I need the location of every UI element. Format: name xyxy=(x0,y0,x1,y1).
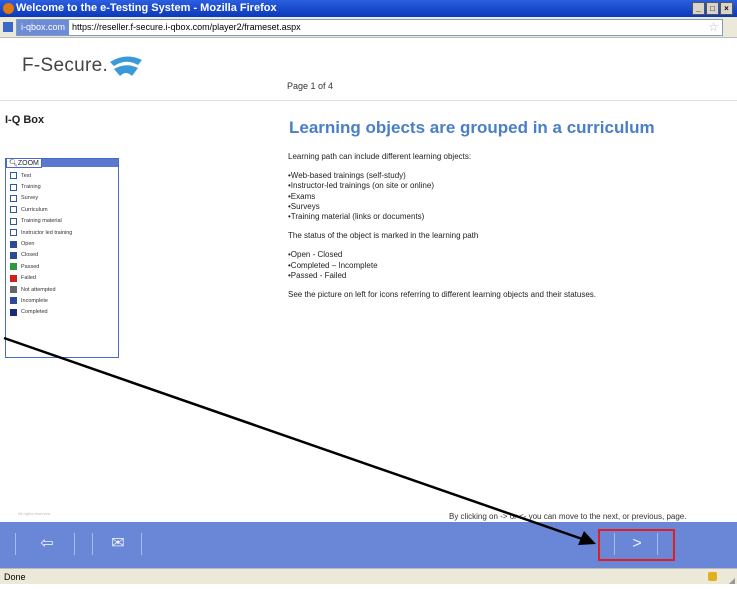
left-pane: I-Q Box 🔍︎ZOOM Test Training Survey Curricu… xyxy=(0,100,270,520)
legend-image: 🔍︎ZOOM Test Training Survey Curriculum Train… xyxy=(5,158,119,358)
legend-item: Failed xyxy=(6,273,118,284)
closing-text: See the picture on left for icons referr… xyxy=(288,290,597,300)
close-button[interactable]: × xyxy=(720,2,733,15)
bookmark-star-icon[interactable]: ☆ xyxy=(708,20,719,35)
zoom-label: ZOOM xyxy=(17,160,39,167)
legend-label: Survey xyxy=(21,195,39,202)
nav-separator xyxy=(92,533,93,555)
main-content: Learning objects are grouped in a curric… xyxy=(284,100,724,300)
legend-item: Training material xyxy=(6,216,118,227)
page-header: F-Secure. Page 1 of 4 xyxy=(0,38,737,101)
legend-item: Training xyxy=(6,181,118,192)
legend-list: Test Training Survey Curriculum Training mat… xyxy=(6,167,118,318)
firefox-icon xyxy=(3,3,14,14)
test-icon xyxy=(10,172,17,180)
exit-icon: ⇦ xyxy=(40,535,54,552)
not-attempted-icon xyxy=(10,286,17,294)
legend-label: Training material xyxy=(21,218,62,225)
window-titlebar: Welcome to the e-Testing System - Mozill… xyxy=(0,0,737,17)
list-item: •Passed - Failed xyxy=(288,270,347,280)
nav-separator xyxy=(74,533,75,555)
status-bar: Done ◢ xyxy=(0,568,737,585)
legend-item: Test xyxy=(6,170,118,181)
object-type-list: •Web-based trainings (self-study) •Instr… xyxy=(288,171,724,222)
legend-label: Completed xyxy=(21,309,48,316)
nav-separator xyxy=(141,533,142,555)
legend-item: Open xyxy=(6,238,118,249)
nav-separator xyxy=(15,533,16,555)
list-item: •Open - Closed xyxy=(288,250,343,260)
page-headline: Learning objects are grouped in a curric… xyxy=(289,118,655,137)
list-item: •Exams xyxy=(288,191,316,201)
status-text: Done xyxy=(4,572,26,582)
curriculum-icon xyxy=(10,206,17,214)
legend-item: Not attempted xyxy=(6,284,118,295)
intro-text: Learning path can include different lear… xyxy=(288,152,472,161)
legend-item: Closed xyxy=(6,250,118,261)
legend-label: Open xyxy=(21,241,35,248)
f-secure-logo: F-Secure. xyxy=(22,55,109,76)
url-field[interactable]: i-qbox.com https://reseller.f-secure.i-qb… xyxy=(16,19,723,36)
failed-icon xyxy=(10,274,17,282)
incomplete-icon xyxy=(10,297,17,305)
legend-item: Curriculum xyxy=(6,204,118,215)
legend-item: Passed xyxy=(6,261,118,272)
legend-label: Failed xyxy=(21,275,36,282)
legend-label: Closed xyxy=(21,252,39,259)
resize-grip-icon[interactable]: ◢ xyxy=(729,573,735,589)
page-counter: Page 1 of 4 xyxy=(287,81,334,91)
training-material-icon xyxy=(10,217,17,225)
legend-label: Instructor led training xyxy=(21,229,73,236)
address-bar: i-qbox.com https://reseller.f-secure.i-qb… xyxy=(0,17,737,38)
list-item: •Web-based trainings (self-study) xyxy=(288,171,406,181)
list-item: •Completed – Incomplete xyxy=(288,260,378,270)
magnifier-icon: 🔍︎ xyxy=(9,160,18,167)
legend-label: Passed xyxy=(21,263,40,270)
mail-icon: ✉ xyxy=(111,535,125,552)
legend-item: Instructor led training xyxy=(6,227,118,238)
legend-label: Training xyxy=(21,184,41,191)
closed-icon xyxy=(10,251,17,259)
course-title: I-Q Box xyxy=(5,114,45,126)
window-controls: _ □ × xyxy=(692,2,733,15)
survey-icon xyxy=(10,194,17,202)
copyright-text: All rights reserved xyxy=(18,511,51,516)
lock-icon[interactable] xyxy=(708,572,717,581)
maximize-button[interactable]: □ xyxy=(706,2,719,15)
passed-icon xyxy=(10,263,17,271)
zoom-button[interactable]: 🔍︎ZOOM xyxy=(6,158,42,168)
legend-item: Survey xyxy=(6,193,118,204)
legend-item: Incomplete xyxy=(6,295,118,306)
completed-icon xyxy=(10,308,17,316)
exit-button[interactable]: ⇦ xyxy=(22,533,72,555)
open-icon xyxy=(10,240,17,248)
site-favicon-icon xyxy=(3,22,13,32)
legend-item: Completed xyxy=(6,307,118,318)
legend-label: Incomplete xyxy=(21,297,48,304)
legend-label: Curriculum xyxy=(21,206,48,213)
status-intro-text: The status of the object is marked in th… xyxy=(288,231,479,241)
next-button-highlight xyxy=(598,529,675,561)
list-item: •Surveys xyxy=(288,201,320,211)
legend-label: Not attempted xyxy=(21,286,56,293)
list-item: •Training material (links or documents) xyxy=(288,212,425,222)
legend-label: Test xyxy=(21,172,32,179)
mail-button[interactable]: ✉ xyxy=(97,533,139,555)
logo-swoosh-icon xyxy=(110,56,142,76)
list-item: •Instructor-led trainings (on site or on… xyxy=(288,181,434,191)
window-title: Welcome to the e-Testing System - Mozill… xyxy=(16,2,277,14)
url-text: https://reseller.f-secure.i-qbox.com/pla… xyxy=(72,22,301,32)
instructor-led-training-icon xyxy=(10,229,17,237)
status-list: •Open - Closed •Completed – Incomplete •… xyxy=(288,250,724,281)
navigation-hint: By clicking on -> or <- you can move to … xyxy=(449,512,687,521)
training-icon xyxy=(10,183,17,191)
minimize-button[interactable]: _ xyxy=(692,2,705,15)
site-identity-button[interactable]: i-qbox.com xyxy=(17,20,70,35)
